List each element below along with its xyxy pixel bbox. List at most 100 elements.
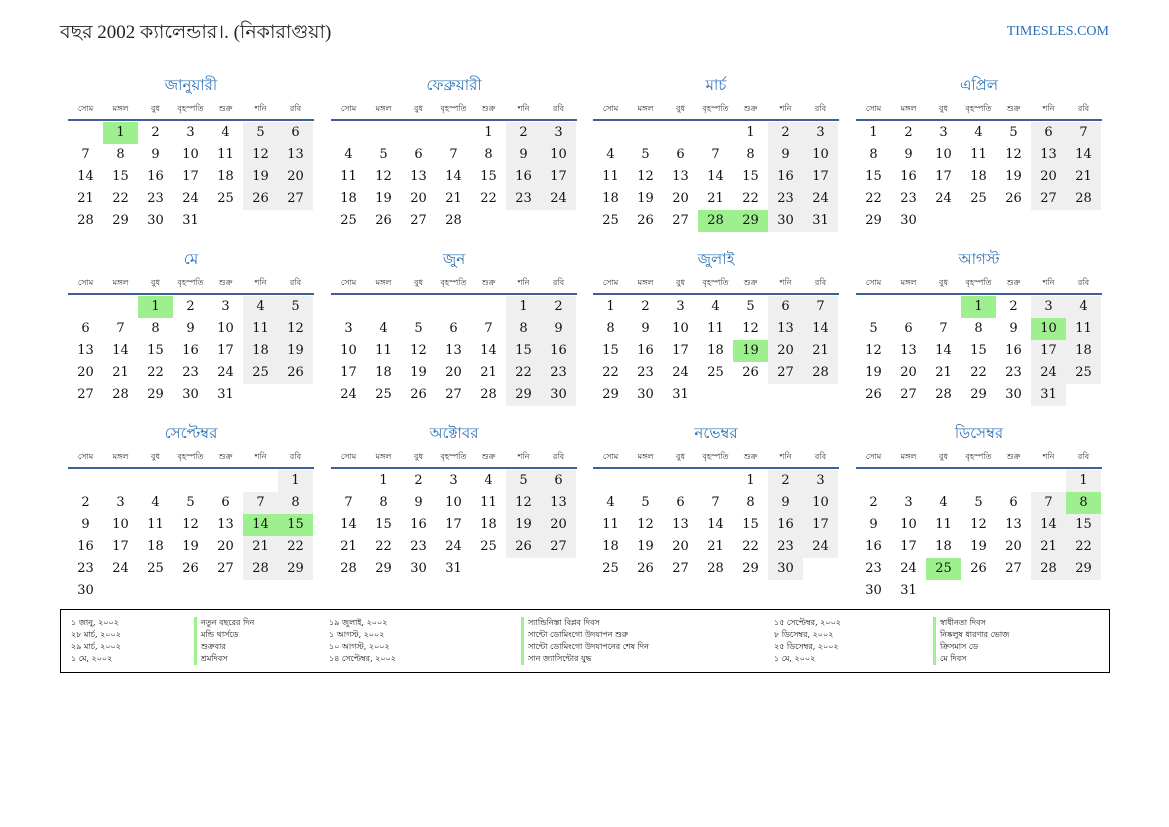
day-cell[interactable]: 30 <box>891 210 926 232</box>
day-cell[interactable]: 12 <box>243 144 278 166</box>
day-cell[interactable]: 21 <box>243 536 278 558</box>
day-cell[interactable]: 7 <box>1031 492 1066 514</box>
day-cell[interactable]: 25 <box>471 536 506 558</box>
day-cell[interactable]: 2 <box>996 296 1031 318</box>
day-cell[interactable]: 13 <box>208 514 243 536</box>
day-cell[interactable]: 25 <box>698 362 733 384</box>
day-cell[interactable]: 20 <box>436 362 471 384</box>
day-cell[interactable]: 23 <box>856 558 891 580</box>
day-cell[interactable]: 2 <box>891 122 926 144</box>
day-cell[interactable]: 4 <box>331 144 366 166</box>
day-cell[interactable]: 14 <box>68 166 103 188</box>
day-cell[interactable]: 5 <box>243 122 278 144</box>
day-cell[interactable]: 19 <box>366 188 401 210</box>
day-cell[interactable]: 11 <box>926 514 961 536</box>
day-cell[interactable]: 6 <box>208 492 243 514</box>
day-cell[interactable]: 6 <box>436 318 471 340</box>
day-cell[interactable]: 23 <box>173 362 208 384</box>
day-cell[interactable]: 3 <box>891 492 926 514</box>
day-cell[interactable]: 27 <box>768 362 803 384</box>
day-cell[interactable]: 22 <box>733 536 768 558</box>
day-cell[interactable]: 14 <box>103 340 138 362</box>
day-cell[interactable]: 8 <box>138 318 173 340</box>
day-cell[interactable]: 8 <box>733 492 768 514</box>
day-cell[interactable]: 25 <box>138 558 173 580</box>
day-cell[interactable]: 19 <box>961 536 996 558</box>
day-cell[interactable]: 31 <box>891 580 926 602</box>
day-cell[interactable]: 18 <box>961 166 996 188</box>
day-cell[interactable]: 5 <box>628 144 663 166</box>
day-cell[interactable]: 17 <box>541 166 576 188</box>
day-cell[interactable]: 17 <box>663 340 698 362</box>
day-cell[interactable]: 16 <box>856 536 891 558</box>
day-cell[interactable]: 24 <box>103 558 138 580</box>
day-cell[interactable]: 7 <box>698 144 733 166</box>
day-cell[interactable]: 9 <box>768 492 803 514</box>
day-cell[interactable]: 22 <box>471 188 506 210</box>
day-cell[interactable]: 30 <box>541 384 576 406</box>
day-cell[interactable]: 10 <box>208 318 243 340</box>
day-cell[interactable]: 16 <box>541 340 576 362</box>
day-cell[interactable]: 28 <box>926 384 961 406</box>
day-cell[interactable]: 24 <box>541 188 576 210</box>
day-cell[interactable]: 18 <box>698 340 733 362</box>
day-cell[interactable]: 18 <box>138 536 173 558</box>
day-cell[interactable]: 11 <box>593 514 628 536</box>
day-cell[interactable]: 11 <box>961 144 996 166</box>
day-cell[interactable]: 29 <box>593 384 628 406</box>
day-cell[interactable]: 17 <box>891 536 926 558</box>
day-cell[interactable]: 7 <box>698 492 733 514</box>
day-cell[interactable]: 19 <box>733 340 768 362</box>
day-cell[interactable]: 20 <box>278 166 313 188</box>
day-cell[interactable]: 13 <box>1031 144 1066 166</box>
day-cell[interactable]: 20 <box>1031 166 1066 188</box>
day-cell[interactable]: 12 <box>856 340 891 362</box>
day-cell[interactable]: 1 <box>856 122 891 144</box>
day-cell[interactable]: 27 <box>541 536 576 558</box>
day-cell[interactable]: 13 <box>401 166 436 188</box>
day-cell[interactable]: 24 <box>891 558 926 580</box>
day-cell[interactable]: 3 <box>803 122 838 144</box>
day-cell[interactable]: 15 <box>733 166 768 188</box>
day-cell[interactable]: 26 <box>278 362 313 384</box>
day-cell[interactable]: 6 <box>663 144 698 166</box>
day-cell[interactable]: 15 <box>733 514 768 536</box>
day-cell[interactable]: 16 <box>506 166 541 188</box>
day-cell[interactable]: 22 <box>593 362 628 384</box>
day-cell[interactable]: 23 <box>768 536 803 558</box>
day-cell[interactable]: 26 <box>628 558 663 580</box>
day-cell[interactable]: 12 <box>366 166 401 188</box>
day-cell[interactable]: 4 <box>1066 296 1101 318</box>
day-cell[interactable]: 17 <box>103 536 138 558</box>
day-cell[interactable]: 10 <box>803 144 838 166</box>
day-cell[interactable]: 1 <box>506 296 541 318</box>
day-cell[interactable]: 8 <box>103 144 138 166</box>
day-cell[interactable]: 3 <box>173 122 208 144</box>
day-cell[interactable]: 28 <box>1066 188 1101 210</box>
day-cell[interactable]: 18 <box>471 514 506 536</box>
day-cell[interactable]: 27 <box>891 384 926 406</box>
day-cell[interactable]: 16 <box>173 340 208 362</box>
day-cell[interactable]: 17 <box>208 340 243 362</box>
day-cell[interactable]: 23 <box>891 188 926 210</box>
day-cell[interactable]: 21 <box>803 340 838 362</box>
day-cell[interactable]: 6 <box>768 296 803 318</box>
day-cell[interactable]: 9 <box>891 144 926 166</box>
day-cell[interactable]: 5 <box>733 296 768 318</box>
day-cell[interactable]: 3 <box>103 492 138 514</box>
day-cell[interactable]: 6 <box>68 318 103 340</box>
day-cell[interactable]: 14 <box>926 340 961 362</box>
day-cell[interactable]: 10 <box>891 514 926 536</box>
day-cell[interactable]: 4 <box>926 492 961 514</box>
day-cell[interactable]: 26 <box>996 188 1031 210</box>
day-cell[interactable]: 6 <box>278 122 313 144</box>
day-cell[interactable]: 19 <box>243 166 278 188</box>
day-cell[interactable]: 24 <box>803 188 838 210</box>
day-cell[interactable]: 17 <box>436 514 471 536</box>
day-cell[interactable]: 18 <box>593 536 628 558</box>
day-cell[interactable]: 2 <box>401 470 436 492</box>
day-cell[interactable]: 22 <box>103 188 138 210</box>
day-cell[interactable]: 20 <box>401 188 436 210</box>
day-cell[interactable]: 11 <box>208 144 243 166</box>
day-cell[interactable]: 21 <box>926 362 961 384</box>
